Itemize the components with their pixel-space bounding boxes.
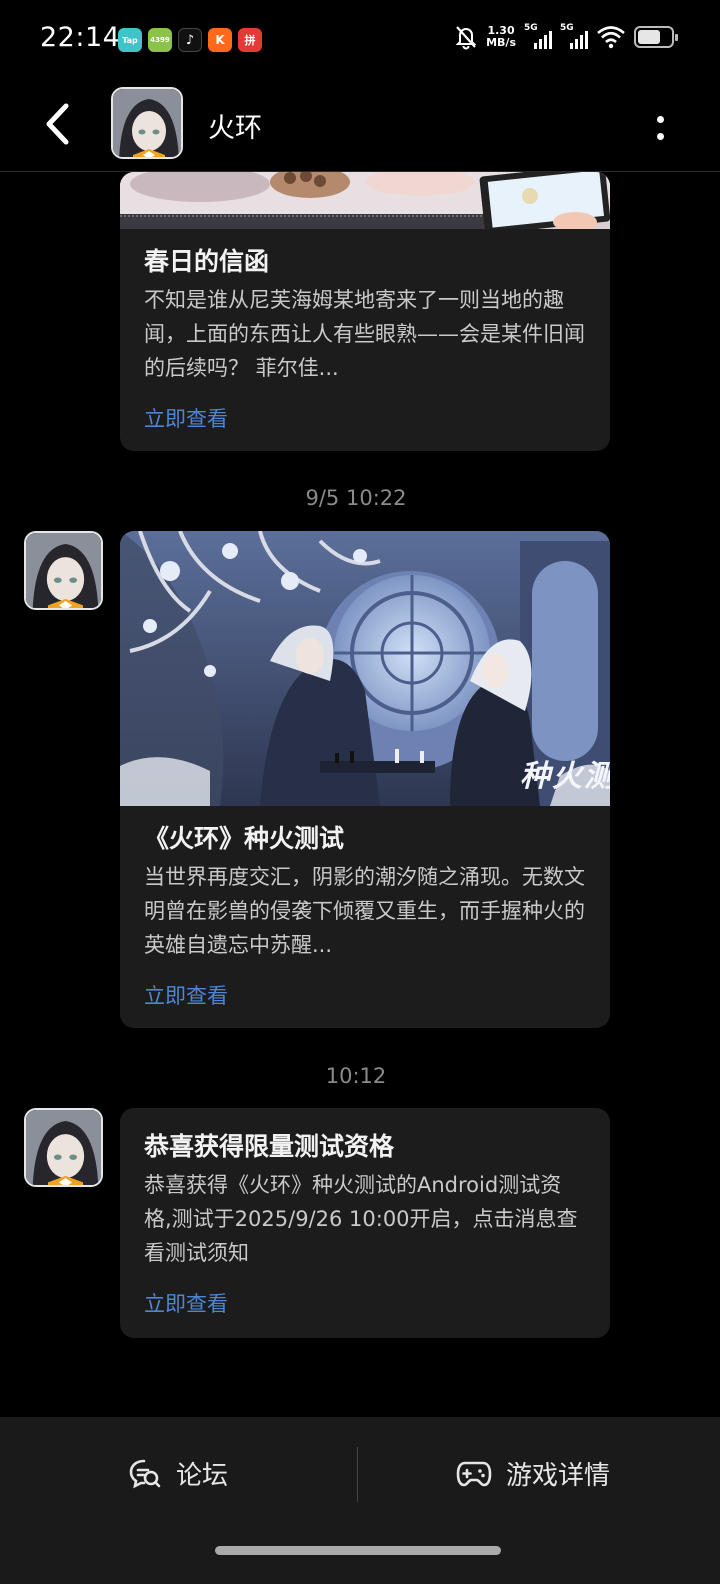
status-time: 22:14 xyxy=(40,22,121,53)
divider xyxy=(357,1447,358,1502)
message-timestamp: 10:12 xyxy=(325,1064,387,1088)
sender-avatar[interactable] xyxy=(24,531,103,610)
character-portrait-icon xyxy=(26,533,101,608)
forum-label: 论坛 xyxy=(176,1461,229,1491)
pinduoduo-icon: 拼 xyxy=(238,28,262,52)
notification-app-icons: Tap 4399 ♪ K 拼 xyxy=(118,28,262,52)
banner-image xyxy=(120,172,610,229)
message-text: 不知是谁从尼芙海姆某地寄来了一则当地的趣闻，上面的东西让人有些眼熟——会是某件旧… xyxy=(144,288,585,380)
message-card[interactable]: 种火测 《火环》种火测试 当世界再度交汇，阴影的潮汐随之涌现。无数文明曾在影兽的… xyxy=(120,531,610,1028)
message-text: 恭喜获得《火环》种火测试的Android测试资格,测试于2025/9/26 10… xyxy=(144,1173,578,1265)
forum-button[interactable]: 论坛 xyxy=(128,1455,228,1492)
taptap-icon: Tap xyxy=(118,28,142,52)
forum-chat-icon xyxy=(129,1459,161,1488)
mute-bell-icon xyxy=(455,26,477,50)
page-title: 火环 xyxy=(208,113,262,144)
back-button[interactable] xyxy=(36,100,86,150)
chat-header: 火环 xyxy=(0,80,720,172)
game-avatar[interactable] xyxy=(111,87,183,159)
message-card[interactable]: 春日的信函 不知是谁从尼芙海姆某地寄来了一则当地的趣闻，上面的东西让人有些眼熟—… xyxy=(120,172,610,451)
game-details-label: 游戏详情 xyxy=(506,1461,611,1491)
banner-caption: 种火测 xyxy=(520,759,610,794)
signal-icon-2: 5G xyxy=(560,23,588,49)
more-dot-icon xyxy=(656,133,664,140)
tiktok-icon: ♪ xyxy=(178,28,202,52)
wifi-icon xyxy=(597,26,625,49)
message-timestamp: 9/5 10:22 xyxy=(305,486,407,510)
view-now-link[interactable]: 立即查看 xyxy=(144,980,586,1010)
message-title: 春日的信函 xyxy=(144,247,270,276)
game-details-button[interactable]: 游戏详情 xyxy=(456,1455,610,1492)
character-portrait-icon xyxy=(113,89,181,157)
bottom-action-bar: 论坛 游戏详情 xyxy=(0,1417,720,1584)
message-card[interactable]: 恭喜获得限量测试资格 恭喜获得《火环》种火测试的Android测试资格,测试于2… xyxy=(120,1108,610,1338)
view-now-link[interactable]: 立即查看 xyxy=(144,1288,586,1318)
message-text: 当世界再度交汇，阴影的潮汐随之涌现。无数文明曾在影兽的侵袭下倾覆又重生，而手握种… xyxy=(144,865,585,957)
more-options-button[interactable] xyxy=(650,108,670,148)
message-title: 《火环》种火测试 xyxy=(144,824,345,853)
signal-icon-1: 5G xyxy=(524,23,552,49)
status-right: 1.30 MB/s 5G 5G xyxy=(454,23,678,50)
character-portrait-icon xyxy=(26,1110,101,1185)
banner-image: 种火测 xyxy=(120,531,610,806)
battery-icon xyxy=(634,26,678,48)
net-speed: 1.30 MB/s xyxy=(486,24,516,49)
view-now-link[interactable]: 立即查看 xyxy=(144,403,586,433)
status-bar: 22:14 Tap 4399 ♪ K 拼 1.30 MB/s 5G 5G xyxy=(0,0,720,80)
sender-avatar[interactable] xyxy=(24,1108,103,1187)
kuaishou-icon: K xyxy=(208,28,232,52)
message-title: 恭喜获得限量测试资格 xyxy=(144,1132,395,1161)
game-app-icon: 4399 xyxy=(148,28,172,52)
gamepad-icon xyxy=(456,1461,492,1486)
home-indicator[interactable] xyxy=(215,1546,501,1555)
chevron-left-icon xyxy=(46,103,69,145)
more-dot-icon xyxy=(656,116,664,123)
